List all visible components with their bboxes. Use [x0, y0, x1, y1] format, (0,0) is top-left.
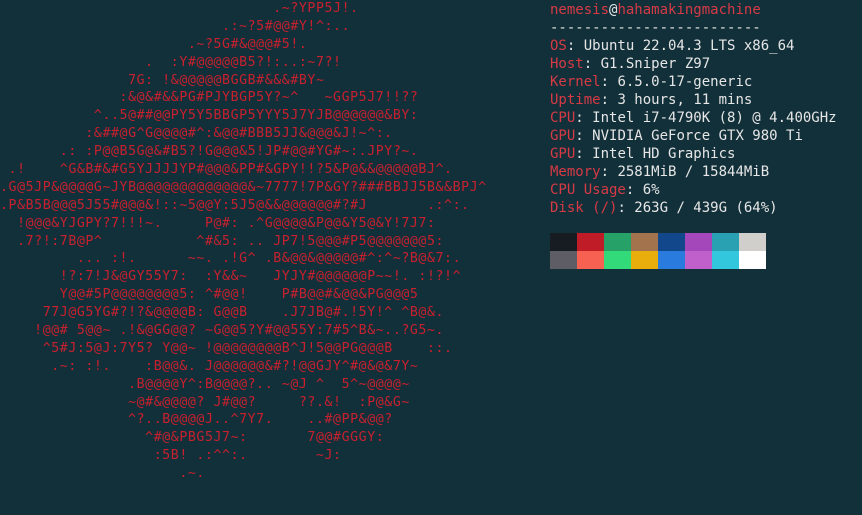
normal-swatch-2: [604, 233, 631, 251]
logo-line: :&@&#&&PG#PJYBGP5Y?~^ ~GGP5J7!!??: [0, 90, 419, 106]
info-label: OS: [550, 38, 567, 54]
info-row: Host: G1.Sniper Z97: [550, 55, 837, 73]
info-colon: :: [583, 56, 601, 72]
bright-swatch-4: [658, 251, 685, 269]
bright-swatch-6: [712, 251, 739, 269]
info-label: Kernel: [550, 74, 601, 90]
info-row: CPU Usage: 6%: [550, 181, 837, 199]
palette-row-bright: [550, 251, 766, 269]
logo-line: .:~?5#@@#Y!^:..: [0, 18, 351, 34]
logo-line: .~.: [0, 466, 205, 482]
info-value: NVIDIA GeForce GTX 980 Ti: [592, 128, 803, 144]
info-label: GPU: [550, 128, 576, 144]
info-label: Disk (/): [550, 200, 618, 216]
info-colon: :: [575, 146, 593, 162]
logo-line: 77J@G5YG#?!?&@@@@B: G@@B .J7JB@#.!5Y!^ ^…: [0, 305, 445, 321]
info-colon: :: [600, 164, 618, 180]
info-row: Disk (/): 263G / 439G (64%): [550, 199, 837, 217]
bright-swatch-3: [631, 251, 658, 269]
info-row: Uptime: 3 hours, 11 mins: [550, 91, 837, 109]
logo-line: !@@# 5@@~ .!&@GG@@? ~G@@5?Y#@@55Y:7#5^B&…: [0, 323, 445, 339]
info-row: GPU: NVIDIA GeForce GTX 980 Ti: [550, 127, 837, 145]
info-value: 2581MiB / 15844MiB: [617, 164, 770, 180]
terminal-window[interactable]: .~?YPP5J!. .:~?5#@@#Y!^:.. .~?5G#&@@@#5!…: [0, 0, 862, 515]
logo-line: .~?5G#&@@@#5!.: [0, 36, 308, 52]
logo-line: 7G: !&@@@@@BGGB#&&&#BY~: [0, 72, 325, 88]
info-label: GPU: [550, 146, 576, 162]
info-value: Intel i7-4790K (8) @ 4.400GHz: [592, 110, 837, 126]
logo-line: !?:7!J&@GY55Y7: :Y&&~ JYJY#@@@@@@P~~!. :…: [0, 269, 462, 285]
normal-swatch-6: [712, 233, 739, 251]
normal-swatch-5: [685, 233, 712, 251]
normal-swatch-3: [631, 233, 658, 251]
info-value: G1.Sniper Z97: [600, 56, 711, 72]
info-colon: :: [575, 110, 593, 126]
info-label: Uptime: [550, 92, 601, 108]
info-colon: :: [600, 74, 618, 90]
logo-line: . :Y#@@@@@B5?!:..:~7?!: [0, 54, 342, 70]
info-row: GPU: Intel HD Graphics: [550, 145, 837, 163]
system-info-panel: nemesis@hahamakingmachine --------------…: [550, 1, 837, 217]
palette-row-normal: [550, 233, 766, 251]
color-palette: [550, 233, 766, 269]
logo-line: Y@@#5P@@@@@@@@5: ^#@@! P#B@@#&@@&PG@@@5: [0, 287, 419, 303]
info-row: OS: Ubuntu 22.04.3 LTS x86_64: [550, 37, 837, 55]
logo-line: !@@@&YJGPY?7!!!~. P@#: .^G@@@@&P@@&Y5@&Y…: [0, 215, 436, 231]
info-value: Intel HD Graphics: [592, 146, 736, 162]
logo-line: .! ^G&B#&#G5YJJJJYP#@@@&PP#&GPY!!?5&P@&&…: [0, 162, 453, 178]
info-colon: :: [600, 92, 618, 108]
info-label: Memory: [550, 164, 601, 180]
info-colon: :: [575, 128, 593, 144]
info-colon: :: [617, 200, 635, 216]
bright-swatch-2: [604, 251, 631, 269]
logo-line: ^..5@##@@PY5Y5BBGP5YYY5J7YJB@@@@@@&BY:: [0, 108, 419, 124]
logo-line: ^?..B@@@@J..^7Y7. ..#@PP&@@?: [0, 412, 393, 428]
logo-line: .P&B5B@@@5J55#@@@&!::~5@@Y:5J5@&&@@@@@@#…: [0, 197, 470, 213]
logo-line: ~@#&@@@@? J#@@? ??.&! :P@&G~: [0, 394, 410, 410]
info-colon: :: [625, 182, 643, 198]
info-value: 6%: [642, 182, 660, 198]
info-colon: :: [566, 38, 584, 54]
logo-line: ^5#J:5@J:7Y5? Y@@~ !@@@@@@@@B^J!5@@PG@@@…: [0, 340, 453, 356]
logo-line: :&##@G^G@@@@#^:&@@#BBB5JJ&@@@&J!~^:.: [0, 126, 393, 142]
separator-line: -------------------------: [550, 20, 761, 36]
logo-line: ... :!. ~~. .!G^ .B&@@&@@@@@#^:^~?B@&7:.: [0, 251, 462, 267]
logo-line: :5B! .:^^:. ~J:: [0, 448, 342, 464]
logo-line: .: :P@@B5G@&#B5?!G@@@&5!JP#@@#YG#~:.JPY?…: [0, 144, 419, 160]
info-value: 263G / 439G (64%): [634, 200, 778, 216]
info-value: 6.5.0-17-generic: [617, 74, 753, 90]
bright-swatch-1: [577, 251, 604, 269]
normal-swatch-7: [739, 233, 766, 251]
normal-swatch-1: [577, 233, 604, 251]
logo-line: .G@5JP&@@@@G~JYB@@@@@@@@@@@@@&~7777!7P&G…: [0, 179, 487, 195]
info-value: 3 hours, 11 mins: [617, 92, 753, 108]
logo-line: .7?!:7B@P^ ^#&5: .. JP7!5@@@#P5@@@@@@@5:: [0, 233, 445, 249]
normal-swatch-4: [658, 233, 685, 251]
logo-line: .~?YPP5J!.: [0, 1, 359, 16]
logo-line: ^#@&PBG5J7~: 7@@#GGGY:: [0, 430, 385, 446]
info-row: Kernel: 6.5.0-17-generic: [550, 73, 837, 91]
info-row: CPU: Intel i7-4790K (8) @ 4.400GHz: [550, 109, 837, 127]
info-label: Host: [550, 56, 584, 72]
bright-swatch-0: [550, 251, 577, 269]
bright-swatch-5: [685, 251, 712, 269]
ubuntu-ascii-logo: .~?YPP5J!. .:~?5#@@#Y!^:.. .~?5G#&@@@#5!…: [0, 0, 487, 483]
user-host-line: nemesis@hahamakingmachine: [550, 1, 837, 19]
bright-swatch-7: [739, 251, 766, 269]
info-label: CPU: [550, 110, 576, 126]
info-row: Memory: 2581MiB / 15844MiB: [550, 163, 837, 181]
logo-line: .~: :!. :B@@&. J@@@@@@&#?!@@GJY^#@&@&7Y~: [0, 358, 419, 374]
username: nemesis: [550, 2, 610, 18]
hostname: hahamakingmachine: [617, 2, 761, 18]
info-label: CPU Usage: [550, 182, 626, 198]
normal-swatch-0: [550, 233, 577, 251]
logo-line: .B@@@@Y^:B@@@@?.. ~@J ^ 5^~@@@@~: [0, 376, 410, 392]
info-value: Ubuntu 22.04.3 LTS x86_64: [583, 38, 795, 54]
